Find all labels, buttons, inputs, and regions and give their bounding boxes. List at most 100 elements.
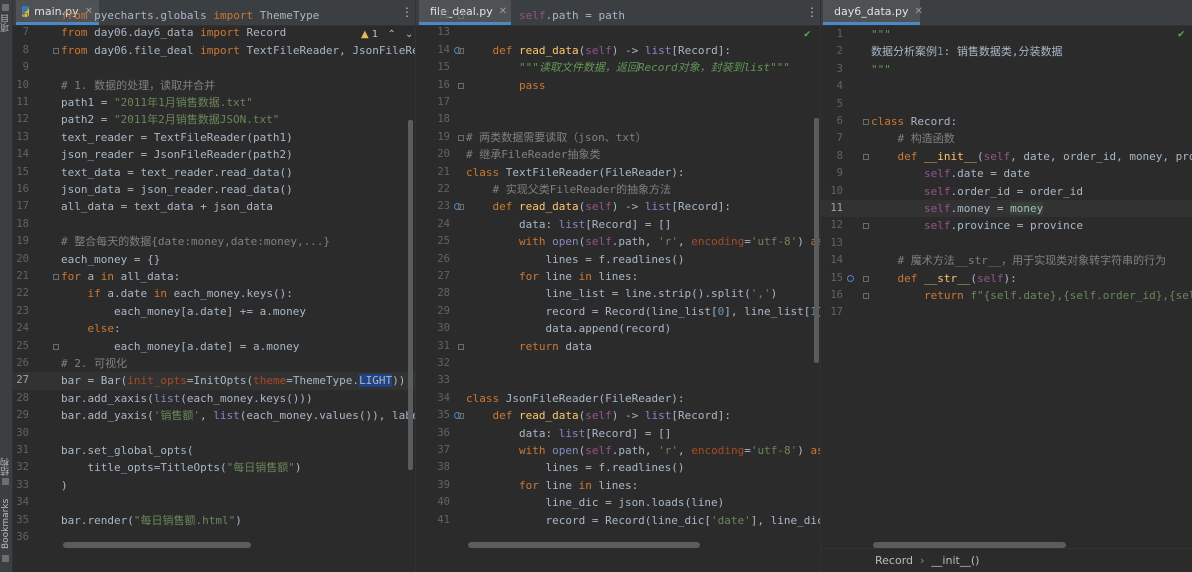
fold-marker-icon[interactable] <box>863 119 869 125</box>
code-editor-day6-data[interactable]: 1 """ 2 数据分析案例1: 销售数据类,分装数据 3 """ 4 5 6 class Rec… <box>821 25 1192 572</box>
code-line[interactable]: 39 for line in lines: <box>416 477 820 494</box>
fold-marker-icon[interactable] <box>863 293 869 299</box>
code-line[interactable]: 31 return data <box>416 338 820 355</box>
code-line[interactable]: 8 from day06.file_deal import TextFileRea… <box>13 42 415 59</box>
code-line[interactable]: 14 # 魔术方法__str__，用于实现类对象转字符串的行为 <box>821 252 1192 269</box>
code-line[interactable]: 12 path2 = "2011年2月销售数据JSON.txt" <box>13 111 415 128</box>
code-line[interactable]: 15 """读取文件数据，返回Record对象，封装到list""" <box>416 59 820 76</box>
project-icon[interactable] <box>2 4 9 11</box>
project-tool-button[interactable]: 项目 <box>0 12 12 34</box>
code-line[interactable]: 21 class TextFileReader(FileReader): <box>416 164 820 181</box>
code-line[interactable]: 28 line_list = line.strip().split(',') <box>416 285 820 302</box>
code-line[interactable]: 21 for a in all_data: <box>13 268 415 285</box>
code-line[interactable]: 6 class Record: <box>821 113 1192 130</box>
code-line[interactable]: 16 pass <box>416 77 820 94</box>
code-line[interactable]: 32 <box>416 355 820 372</box>
code-line[interactable]: 20 each_money = {} <box>13 251 415 268</box>
code-line[interactable]: 38 lines = f.readlines() <box>416 459 820 476</box>
code-line[interactable]: 34 <box>13 494 415 511</box>
breadcrumb-class[interactable]: Record <box>875 554 913 567</box>
code-line[interactable]: 13 <box>416 24 820 41</box>
fold-marker-icon[interactable] <box>458 47 464 54</box>
code-line[interactable]: 10 # 1. 数据的处理，读取并合并 <box>13 77 415 94</box>
structure-icon[interactable] <box>2 478 9 485</box>
vertical-scrollbar[interactable] <box>814 118 819 363</box>
code-line[interactable]: 40 line_dic = json.loads(line) <box>416 494 820 511</box>
code-line[interactable]: 26 lines = f.readlines() <box>416 251 820 268</box>
code-line[interactable]: 20 # 继承FileReader抽象类 <box>416 146 820 163</box>
code-line[interactable]: 2 数据分析案例1: 销售数据类,分装数据 <box>821 43 1192 60</box>
override-marker-icon[interactable] <box>847 274 854 282</box>
code-line[interactable]: 23 each_money[a.date] += a.money <box>13 303 415 320</box>
code-line[interactable]: 16 return f"{self.date},{self.order_id},… <box>821 287 1192 304</box>
code-line[interactable]: 18 <box>13 216 415 233</box>
structure-tool-button[interactable]: 结构 <box>0 456 12 478</box>
code-line[interactable]: 17 <box>416 94 820 111</box>
code-line[interactable]: 15 text_data = text_reader.read_data() <box>13 164 415 181</box>
code-editor-main[interactable]: 6 from pyecharts.globals import ThemeType… <box>13 9 415 572</box>
code-line[interactable]: 23 def read_data(self) -> list[Record]: <box>416 198 820 215</box>
fold-marker-icon[interactable] <box>863 223 869 230</box>
horizontal-scrollbar[interactable] <box>468 542 700 548</box>
bookmarks-tool-button[interactable]: Bookmarks <box>0 496 12 552</box>
bookmarks-icon[interactable] <box>2 555 9 562</box>
code-line[interactable]: 3 """ <box>821 61 1192 78</box>
code-line[interactable]: 41 record = Record(line_dic['date'], lin… <box>416 512 820 529</box>
code-line[interactable]: 22 if a.date in each_money.keys(): <box>13 285 415 302</box>
code-line[interactable]: 29 bar.add_yaxis('销售额', list(each_money.v… <box>13 407 415 424</box>
code-line[interactable]: 7 # 构造函数 <box>821 130 1192 147</box>
fold-marker-icon[interactable] <box>863 153 869 160</box>
code-line[interactable]: 22 # 实现父类FileReader的抽象方法 <box>416 181 820 198</box>
fold-marker-icon[interactable] <box>53 343 59 350</box>
code-line[interactable]: 1 """ <box>821 26 1192 43</box>
tab-day6-data-py[interactable]: day6_data.py ✕ <box>823 0 923 25</box>
code-line[interactable]: 31 bar.set_global_opts( <box>13 442 415 459</box>
code-line[interactable]: 10 self.order_id = order_id <box>821 183 1192 200</box>
code-line[interactable]: 12 self.province = province <box>821 217 1192 234</box>
code-line[interactable]: 27 bar = Bar(init_opts=InitOpts(theme=The… <box>13 372 415 390</box>
code-line[interactable]: 29 record = Record(line_list[0], line_li… <box>416 303 820 320</box>
fold-marker-icon[interactable] <box>53 274 59 280</box>
fold-marker-icon[interactable] <box>458 204 464 211</box>
fold-marker-icon[interactable] <box>863 275 869 282</box>
code-line[interactable]: 15 def __str__(self): <box>821 270 1192 287</box>
close-icon[interactable]: ✕ <box>915 6 923 17</box>
code-editor-file-deal[interactable]: 12 self.path = path 13 14 def read_data(se… <box>416 9 820 572</box>
code-line[interactable]: 17 <box>821 304 1192 321</box>
code-line[interactable]: 26 # 2. 可视化 <box>13 355 415 372</box>
fold-marker-icon[interactable] <box>458 343 464 350</box>
code-line[interactable]: 18 <box>416 111 820 128</box>
code-line[interactable]: 14 def read_data(self) -> list[Record]: <box>416 42 820 59</box>
breadcrumb-method[interactable]: __init__() <box>931 554 979 567</box>
code-line[interactable]: 16 json_data = json_reader.read_data() <box>13 181 415 198</box>
code-line[interactable]: 19 # 两类数据需要读取（json、txt） <box>416 129 820 146</box>
code-line[interactable]: 24 else: <box>13 320 415 337</box>
code-line[interactable]: 4 <box>821 78 1192 95</box>
fold-marker-icon[interactable] <box>53 47 59 54</box>
code-line[interactable]: 27 for line in lines: <box>416 268 820 285</box>
fold-marker-icon[interactable] <box>458 82 464 89</box>
code-line[interactable]: 13 <box>821 235 1192 252</box>
horizontal-scrollbar[interactable] <box>63 542 251 548</box>
fold-marker-icon[interactable] <box>458 13 464 19</box>
code-line[interactable]: 9 self.date = date <box>821 165 1192 182</box>
code-line[interactable]: 7 from day06.day6_data import Record <box>13 24 415 41</box>
code-line[interactable]: 6 from pyecharts.globals import ThemeType <box>13 7 415 24</box>
code-line[interactable]: 36 data: list[Record] = [] <box>416 425 820 442</box>
code-line[interactable]: 9 <box>13 59 415 76</box>
code-line[interactable]: 11 path1 = "2011年1月销售数据.txt" <box>13 94 415 111</box>
code-line[interactable]: 33 <box>416 372 820 389</box>
code-line[interactable]: 33) <box>13 477 415 494</box>
code-line[interactable]: 5 <box>821 96 1192 113</box>
code-line[interactable]: 30 <box>13 425 415 442</box>
code-line[interactable]: 25 with open(self.path, 'r', encoding='u… <box>416 233 820 250</box>
code-line[interactable]: 11 self.money = money <box>821 200 1192 218</box>
code-line[interactable]: 35 bar.render("每日销售额.html") <box>13 512 415 529</box>
code-line[interactable]: 19 # 整合每天的数据{date:money,date:money,...} <box>13 233 415 250</box>
code-line[interactable]: 30 data.append(record) <box>416 320 820 337</box>
code-line[interactable]: 12 self.path = path <box>416 7 820 24</box>
code-line[interactable]: 35 def read_data(self) -> list[Record]: <box>416 407 820 424</box>
fold-marker-icon[interactable] <box>458 134 464 141</box>
code-line[interactable]: 17 all_data = text_data + json_data <box>13 198 415 215</box>
code-line[interactable]: 8 def __init__(self, date, order_id, mon… <box>821 148 1192 165</box>
